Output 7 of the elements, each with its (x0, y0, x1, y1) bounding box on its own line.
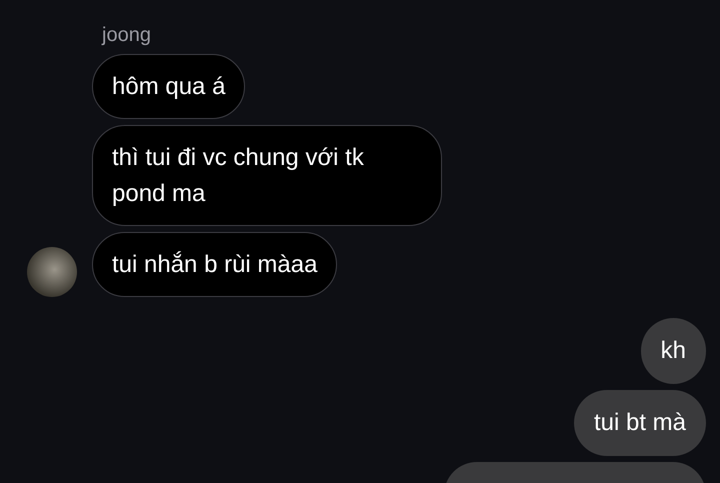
message-bubble: kh (640, 318, 706, 384)
sender-name: joong (102, 23, 151, 48)
message-bubble: tui bt mà (574, 390, 706, 456)
message-bubble: thì tui đi vc chung với tk pond ma (92, 125, 442, 226)
avatar-photo[interactable] (27, 247, 77, 297)
message-bubble: hôm qua á (92, 54, 246, 119)
message-bubble: tui nhắn b rùi màaa (92, 232, 338, 297)
